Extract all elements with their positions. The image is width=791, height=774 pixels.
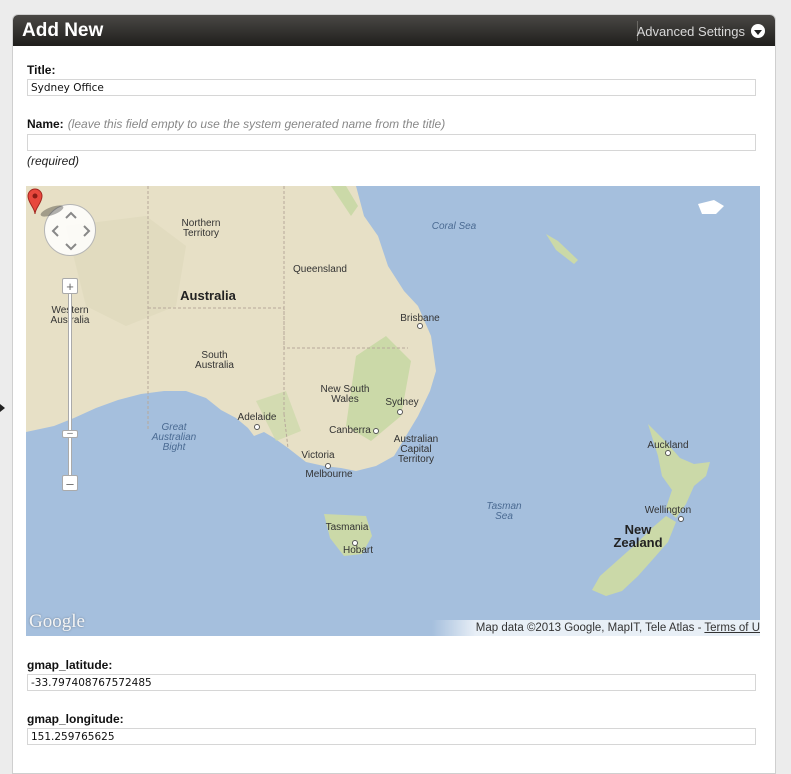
title-label: Title: [27,63,56,77]
label-act: Australian Capital Territory [393,434,439,465]
label-queensland: Queensland [293,264,347,275]
label-northern-territory: Northern Territory [181,218,221,239]
label-melbourne: Melbourne [305,469,353,480]
zoom-in-button[interactable]: + [62,278,78,294]
add-new-panel: Add New Advanced Settings Title: Name:(l… [12,14,776,774]
label-south-australia: South Australia [195,350,234,371]
page-title: Add New [22,20,104,41]
map-attribution: Map data ©2013 Google, MapIT, Tele Atlas… [431,620,760,636]
label-hobart: Hobart [342,545,373,556]
label-new-zealand: New Zealand [613,522,663,550]
label-australia: Australia [180,288,236,303]
zoom-slider-track[interactable] [68,286,72,486]
name-label: Name: [27,117,64,131]
map-terrain [26,186,760,636]
longitude-field[interactable] [27,728,756,745]
required-note: (required) [27,154,80,168]
label-new-south-wales: New South Wales [320,384,370,405]
terms-link[interactable]: Terms of U [704,622,760,634]
label-coral-sea: Coral Sea [431,221,477,232]
plus-icon: + [66,278,74,294]
zoom-out-button[interactable]: – [62,475,78,491]
label-victoria: Victoria [301,450,335,461]
minus-icon: – [66,475,74,491]
chevron-down-icon [751,24,765,38]
latitude-label: gmap_latitude: [27,658,113,672]
label-adelaide: Adelaide [237,412,277,423]
advanced-settings-button[interactable]: Advanced Settings [637,21,765,41]
label-auckland: Auckland [647,440,689,451]
name-field[interactable] [27,134,756,151]
title-field[interactable] [27,79,756,96]
name-label-row: Name: (leave this field empty to use the … [27,117,445,131]
label-tasmania: Tasmania [325,522,369,533]
zoom-slider-handle[interactable]: – [62,428,78,439]
collapse-arrow-icon[interactable] [0,404,5,412]
label-brisbane: Brisbane [400,313,440,324]
panel-header: Add New Advanced Settings [13,15,775,46]
minus-icon: – [67,428,73,439]
label-sydney: Sydney [385,397,419,408]
attribution-text: Map data ©2013 Google, MapIT, Tele Atlas… [475,622,705,634]
label-wellington: Wellington [644,505,692,516]
google-logo: Google [29,611,85,632]
label-great-australian-bight: Great Australian Bight [151,422,197,453]
map-marker-icon[interactable] [26,186,66,218]
label-canberra: Canberra [329,425,371,436]
label-tasman-sea: Tasman Sea [486,501,522,522]
advanced-settings-label: Advanced Settings [636,23,745,39]
map-view[interactable]: Northern Territory Queensland Australia … [26,186,760,636]
name-hint: (leave this field empty to use the syste… [67,117,446,131]
latitude-field[interactable] [27,674,756,691]
longitude-label: gmap_longitude: [27,712,124,726]
